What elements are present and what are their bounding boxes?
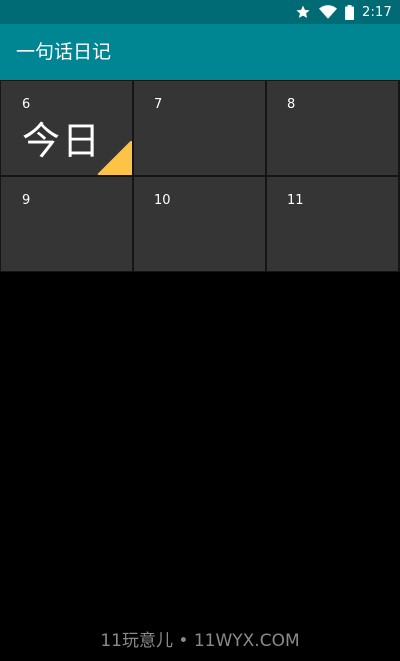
star-icon — [295, 4, 311, 20]
day-cell-6[interactable]: 6 今日 — [1, 81, 132, 175]
status-time: 2:17 — [362, 4, 392, 20]
app-title: 一句话日记 — [16, 41, 112, 63]
today-corner-marker — [97, 140, 132, 175]
day-number: 7 — [154, 97, 163, 112]
screen: 2:17 一句话日记 6 今日 7 8 9 10 11 11玩意儿 • 11WY… — [0, 0, 400, 661]
watermark: 11玩意儿 • 11WYX.COM — [100, 631, 300, 651]
wifi-icon — [319, 4, 337, 20]
calendar-grid: 6 今日 7 8 9 10 11 — [0, 80, 400, 272]
status-bar: 2:17 — [0, 0, 400, 24]
today-label: 今日 — [22, 119, 103, 163]
day-number: 11 — [287, 193, 304, 208]
day-cell-7[interactable]: 7 — [134, 81, 265, 175]
day-cell-8[interactable]: 8 — [267, 81, 398, 175]
day-cell-9[interactable]: 9 — [1, 177, 132, 271]
battery-icon — [345, 4, 354, 20]
app-bar: 一句话日记 — [0, 24, 400, 80]
status-icons: 2:17 — [295, 0, 392, 24]
day-cell-10[interactable]: 10 — [134, 177, 265, 271]
day-number: 6 — [22, 97, 31, 112]
day-cell-11[interactable]: 11 — [267, 177, 398, 271]
day-number: 10 — [154, 193, 171, 208]
day-number: 8 — [287, 97, 296, 112]
day-number: 9 — [22, 193, 31, 208]
